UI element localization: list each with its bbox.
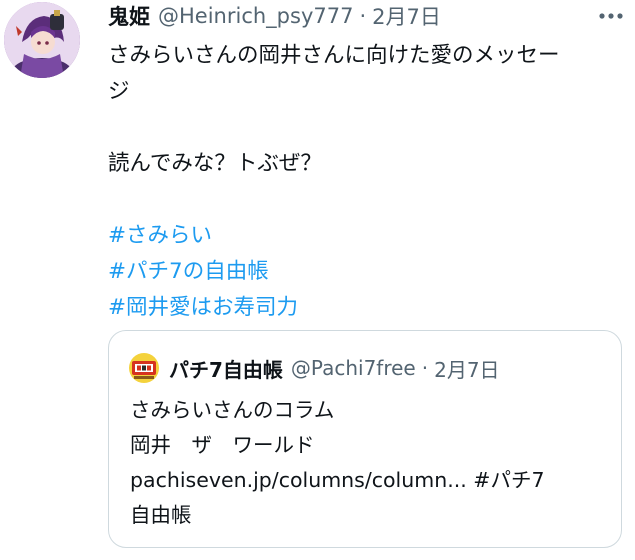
quoted-hashtag: #パチ7 <box>473 468 545 492</box>
display-name[interactable]: 鬼姫 <box>108 1 150 31</box>
tweet-text: さみらいさんの岡井さんに向けた愛のメッセー ジ 読んでみな？トぶぜ？ #さみらい… <box>108 38 623 326</box>
user-avatar[interactable] <box>4 2 80 78</box>
quoted-text-line: pachiseven.jp/columns/column... #パチ7 <box>130 463 610 498</box>
quoted-tweet-header: パチ7自由帳 @Pachi7free · 2月7日 <box>129 353 500 383</box>
separator-dot: · <box>359 4 367 28</box>
tweet-text-line <box>108 110 623 146</box>
tweet-text-line: ジ <box>108 79 130 104</box>
tweet-header: 鬼姫 @Heinrich_psy777 · 2月7日 <box>108 2 441 30</box>
quoted-user-handle: @Pachi7free <box>290 356 416 380</box>
avatar-illustration <box>4 2 80 78</box>
quoted-user-avatar <box>129 353 159 383</box>
quoted-link: pachiseven.jp/columns/column... <box>130 468 467 492</box>
quoted-display-name: パチ7自由帳 <box>169 357 283 382</box>
quoted-text-line: 岡井 ザ ワールド <box>130 433 315 457</box>
tweet-text-line: 読んでみな？トぶぜ？ <box>108 151 322 176</box>
quoted-tweet-text: さみらいさんのコラム 岡井 ザ ワールド pachiseven.jp/colum… <box>130 393 610 533</box>
quoted-tweet[interactable]: パチ7自由帳 @Pachi7free · 2月7日 さみらいさんのコラム 岡井 … <box>108 330 622 548</box>
separator-dot: · <box>421 356 429 380</box>
tweet-date[interactable]: 2月7日 <box>372 1 441 31</box>
more-horizontal-icon[interactable] <box>596 6 626 26</box>
hashtag-link[interactable]: #さみらい <box>108 218 623 254</box>
hashtag-link[interactable]: #岡井愛はお寿司力 <box>108 290 623 326</box>
user-handle[interactable]: @Heinrich_psy777 <box>158 4 353 28</box>
hashtag-link[interactable]: #パチ7の自由帳 <box>108 254 623 290</box>
tweet-text-line: さみらいさんの岡井さんに向けた愛のメッセー <box>108 43 560 68</box>
quoted-text-line: 自由帳 <box>130 503 192 527</box>
quoted-tweet-date: 2月7日 <box>434 357 500 382</box>
tweet[interactable]: 鬼姫 @Heinrich_psy777 · 2月7日 さみらいさんの岡井さんに向… <box>0 0 635 560</box>
pachi7-logo-icon <box>129 353 159 383</box>
tweet-text-line <box>108 182 623 218</box>
quoted-text-line: さみらいさんのコラム <box>130 398 335 422</box>
